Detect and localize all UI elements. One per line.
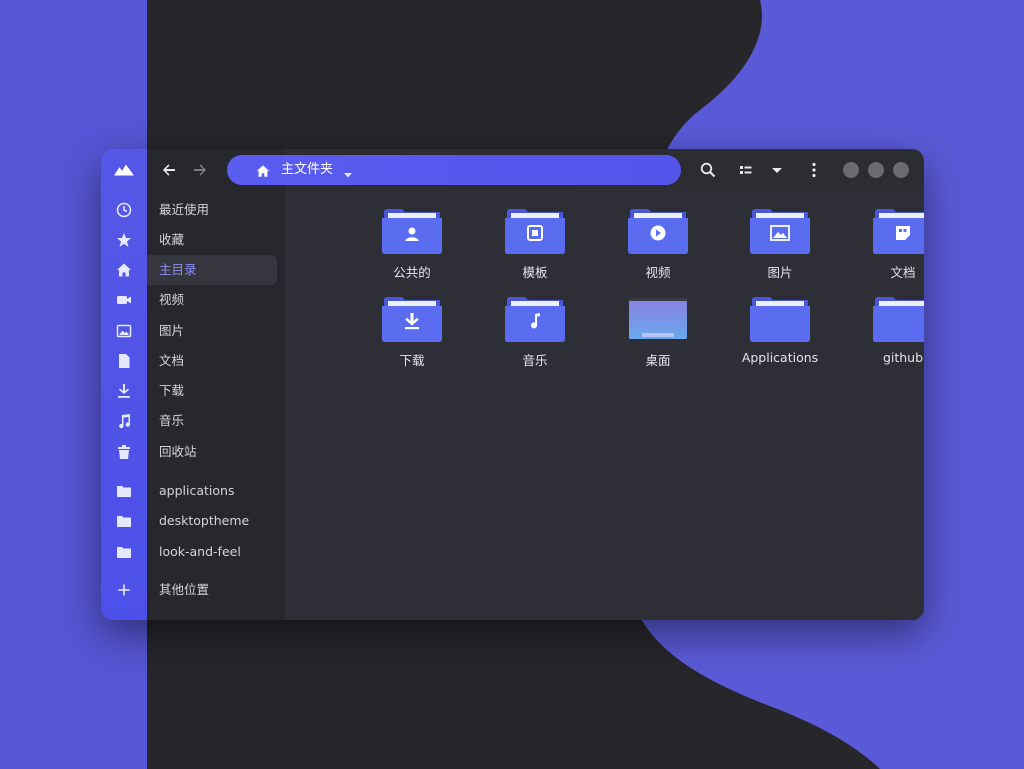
folder-icon[interactable] <box>114 511 134 531</box>
file-name: 音乐 <box>522 353 548 368</box>
sidebar-item-downloads[interactable]: 下载 <box>147 376 277 406</box>
file-manager-window: 最近使用 收藏 主目录 视频 图片 文档 下载 音乐 回收站 applicati… <box>101 149 924 620</box>
sidebar-item-home[interactable]: 主目录 <box>147 255 277 285</box>
path-label: 主文件夹 <box>281 162 334 177</box>
download-icon[interactable] <box>114 381 134 401</box>
file-name: 桌面 <box>645 353 671 368</box>
minimize-button[interactable] <box>843 162 859 178</box>
document-icon[interactable] <box>114 351 134 371</box>
file-item[interactable]: 桌面 <box>603 295 713 375</box>
file-item[interactable]: 音乐 <box>480 295 590 375</box>
maximize-button[interactable] <box>868 162 884 178</box>
sidebar: 最近使用 收藏 主目录 视频 图片 文档 下载 音乐 回收站 applicati… <box>147 149 285 620</box>
home-icon[interactable] <box>114 260 134 280</box>
document-folder-icon <box>873 209 924 254</box>
kebab-menu-icon[interactable] <box>805 161 823 179</box>
trash-icon[interactable] <box>114 442 134 462</box>
sidebar-item-music[interactable]: 音乐 <box>147 406 277 436</box>
download-folder-icon <box>382 297 442 342</box>
sidebar-bookmark-look-and-feel[interactable]: look-and-feel <box>147 537 277 567</box>
chevron-down-icon[interactable] <box>343 165 353 178</box>
sidebar-bookmark-applications[interactable]: applications <box>147 476 277 506</box>
file-item[interactable]: 图片 <box>725 207 835 287</box>
list-view-icon[interactable] <box>737 161 755 179</box>
forward-arrow-icon[interactable] <box>190 160 210 180</box>
sidebar-item-trash[interactable]: 回收站 <box>147 437 277 467</box>
search-icon[interactable] <box>699 161 717 179</box>
file-grid: 公共的 模板 视频 图片 文档下载 音乐 桌面 Applications github <box>285 191 924 620</box>
folder-icon <box>750 297 810 342</box>
sidebar-item-documents[interactable]: 文档 <box>147 346 277 376</box>
header-bar: 主文件夹 <box>147 149 924 191</box>
file-name: 模板 <box>522 265 548 280</box>
file-name: 图片 <box>767 265 793 280</box>
file-item[interactable]: 文档 <box>848 207 924 287</box>
file-item[interactable]: 视频 <box>603 207 713 287</box>
music-icon[interactable] <box>114 411 134 431</box>
home-icon <box>256 163 270 177</box>
close-button[interactable] <box>893 162 909 178</box>
sidebar-item-videos[interactable]: 视频 <box>147 285 277 315</box>
folder-icon <box>873 297 924 342</box>
plus-icon[interactable] <box>114 580 134 600</box>
star-icon[interactable] <box>114 230 134 250</box>
sidebar-item-other-locations[interactable]: 其他位置 <box>147 575 277 605</box>
file-item[interactable]: 模板 <box>480 207 590 287</box>
mountain-logo-icon <box>114 160 134 180</box>
file-name: 文档 <box>890 265 916 280</box>
sidebar-icon-rail <box>101 149 147 620</box>
video-icon[interactable] <box>114 290 134 310</box>
file-name: 公共的 <box>393 265 431 280</box>
file-item[interactable]: Applications <box>725 295 835 375</box>
file-item[interactable]: 下载 <box>357 295 467 375</box>
chevron-down-icon[interactable] <box>768 161 786 179</box>
user-folder-icon <box>382 209 442 254</box>
image-icon[interactable] <box>114 321 134 341</box>
folder-icon[interactable] <box>114 481 134 501</box>
file-name: 视频 <box>645 265 671 280</box>
file-item[interactable]: 公共的 <box>357 207 467 287</box>
template-folder-icon <box>505 209 565 254</box>
path-bar[interactable]: 主文件夹 <box>227 155 681 185</box>
file-name: github <box>882 350 924 365</box>
video-folder-icon <box>628 209 688 254</box>
file-item[interactable]: github <box>848 295 924 375</box>
sidebar-item-recent[interactable]: 最近使用 <box>147 195 277 225</box>
sidebar-item-starred[interactable]: 收藏 <box>147 225 277 255</box>
file-name: 下载 <box>399 353 425 368</box>
image-folder-icon <box>750 209 810 254</box>
file-name: Applications <box>741 350 819 365</box>
sidebar-item-pictures[interactable]: 图片 <box>147 316 277 346</box>
music-folder-icon <box>505 297 565 342</box>
back-arrow-icon[interactable] <box>159 160 179 180</box>
desktop-folder-icon <box>629 298 687 339</box>
sidebar-bookmark-desktoptheme[interactable]: desktoptheme <box>147 506 277 536</box>
clock-icon[interactable] <box>114 200 134 220</box>
folder-icon[interactable] <box>114 542 134 562</box>
